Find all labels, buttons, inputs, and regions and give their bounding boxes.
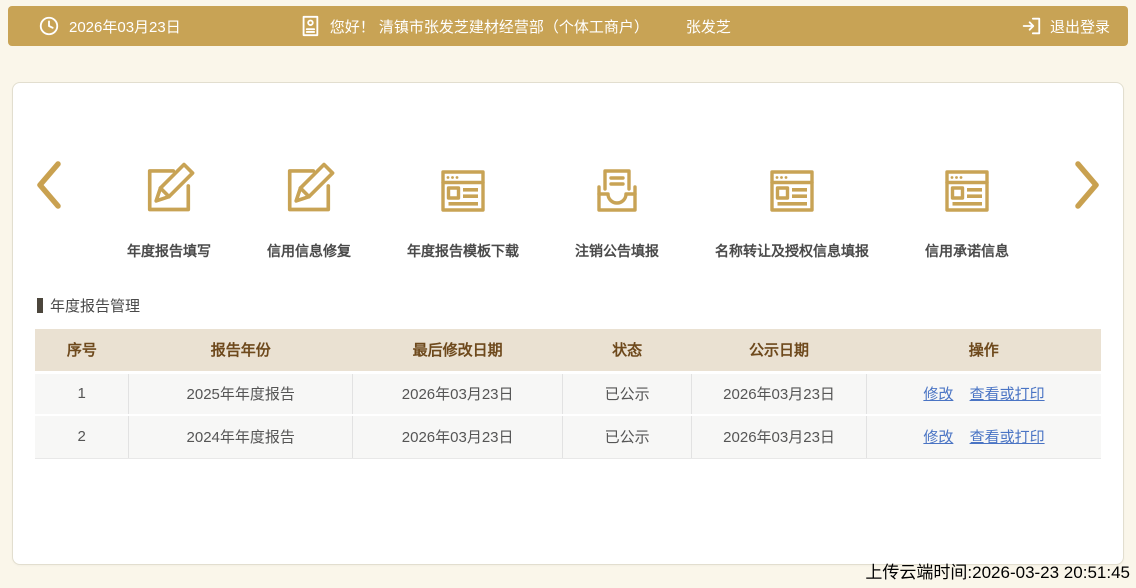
col-header-seq: 序号 [35, 329, 129, 374]
cell-seq: 1 [35, 372, 130, 416]
current-date: 2026年03月23日 [69, 18, 181, 36]
section-title: 年度报告管理 [50, 298, 141, 315]
greeting-text: 您好！ 清镇市张发芝建材经营部（个体工商户） [329, 18, 649, 36]
table-header-row: 序号 报告年份 最后修改日期 状态 公示日期 操作 [35, 329, 1101, 374]
carousel-items: 年度报告填写 信用信息修复 年度报告模板下载 注销公告填报 名称转让及授权信息填… [71, 147, 1065, 261]
table-row: 1 2025年年度报告 2026年03月23日 已公示 2026年03月23日 … [35, 372, 1101, 416]
webpage-icon [434, 147, 492, 219]
upload-cloud-timestamp: 上传云端时间:2026-03-23 20:51:45 [865, 563, 1130, 582]
cell-status: 已公示 [562, 372, 693, 416]
col-header-last-modified: 最后修改日期 [352, 329, 563, 374]
carousel-item-name-transfer[interactable]: 名称转让及授权信息填报 [715, 147, 869, 261]
col-header-report-year: 报告年份 [128, 329, 353, 374]
carousel-item-credit-repair[interactable]: 信用信息修复 [267, 147, 351, 261]
webpage-icon [763, 147, 821, 219]
cell-status: 已公示 [562, 415, 693, 459]
col-header-status: 状态 [562, 329, 692, 374]
edit-pencil-icon [279, 147, 339, 219]
cell-publish-date: 2026年03月23日 [691, 415, 867, 459]
col-header-publish-date: 公示日期 [691, 329, 867, 374]
webpage-icon [938, 147, 996, 219]
inbox-paper-icon [588, 147, 646, 219]
carousel-next-button[interactable] [1065, 157, 1109, 217]
chevron-left-icon [34, 158, 64, 217]
table-row: 2 2024年年度报告 2026年03月23日 已公示 2026年03月23日 … [35, 415, 1101, 459]
carousel-item-label: 年度报告模板下载 [407, 243, 519, 259]
modify-link[interactable]: 修改 [923, 429, 953, 446]
cell-seq: 2 [35, 415, 130, 459]
carousel-item-cancellation-notice[interactable]: 注销公告填报 [575, 147, 659, 261]
carousel-item-label: 注销公告填报 [575, 243, 659, 259]
section-title-row: 年度报告管理 [37, 295, 1123, 316]
current-date-group: 2026年03月23日 [38, 15, 181, 37]
view-or-print-link[interactable]: 查看或打印 [970, 386, 1045, 403]
cell-last-modified: 2026年03月23日 [352, 372, 564, 416]
carousel-item-template-download[interactable]: 年度报告模板下载 [407, 147, 519, 261]
main-content-card: 年度报告填写 信用信息修复 年度报告模板下载 注销公告填报 名称转让及授权信息填… [12, 82, 1124, 565]
chevron-right-icon [1072, 158, 1102, 217]
logout-button[interactable]: 退出登录 [1020, 15, 1110, 37]
logout-icon [1020, 15, 1042, 37]
col-header-operations: 操作 [866, 329, 1101, 374]
annual-report-table: 序号 报告年份 最后修改日期 状态 公示日期 操作 1 2025年年度报告 20… [35, 329, 1101, 459]
user-info-group: 您好！ 清镇市张发芝建材经营部（个体工商户） 张发芝 [299, 14, 731, 38]
function-carousel: 年度报告填写 信用信息修复 年度报告模板下载 注销公告填报 名称转让及授权信息填… [13, 83, 1123, 261]
section-bullet-icon [37, 298, 43, 313]
cell-operations: 修改 查看或打印 [866, 415, 1101, 459]
logout-label: 退出登录 [1049, 18, 1110, 36]
carousel-item-label: 年度报告填写 [127, 243, 211, 259]
cell-report-year: 2024年年度报告 [128, 415, 354, 459]
cell-publish-date: 2026年03月23日 [691, 372, 867, 416]
username-text: 张发芝 [685, 18, 731, 36]
carousel-item-label: 名称转让及授权信息填报 [715, 243, 869, 259]
cell-report-year: 2025年年度报告 [128, 372, 354, 416]
top-header-bar: 2026年03月23日 您好！ 清镇市张发芝建材经营部（个体工商户） 张发芝 退… [8, 6, 1128, 46]
clock-icon [38, 15, 60, 37]
view-or-print-link[interactable]: 查看或打印 [970, 429, 1045, 446]
id-badge-icon [299, 14, 321, 38]
cell-operations: 修改 查看或打印 [866, 372, 1101, 416]
carousel-prev-button[interactable] [27, 157, 71, 217]
carousel-item-annual-report-fill[interactable]: 年度报告填写 [127, 147, 211, 261]
carousel-item-credit-commitment[interactable]: 信用承诺信息 [925, 147, 1009, 261]
cell-last-modified: 2026年03月23日 [352, 415, 564, 459]
edit-pencil-icon [139, 147, 199, 219]
carousel-item-label: 信用信息修复 [267, 243, 351, 259]
modify-link[interactable]: 修改 [923, 386, 953, 403]
carousel-item-label: 信用承诺信息 [925, 243, 1009, 259]
